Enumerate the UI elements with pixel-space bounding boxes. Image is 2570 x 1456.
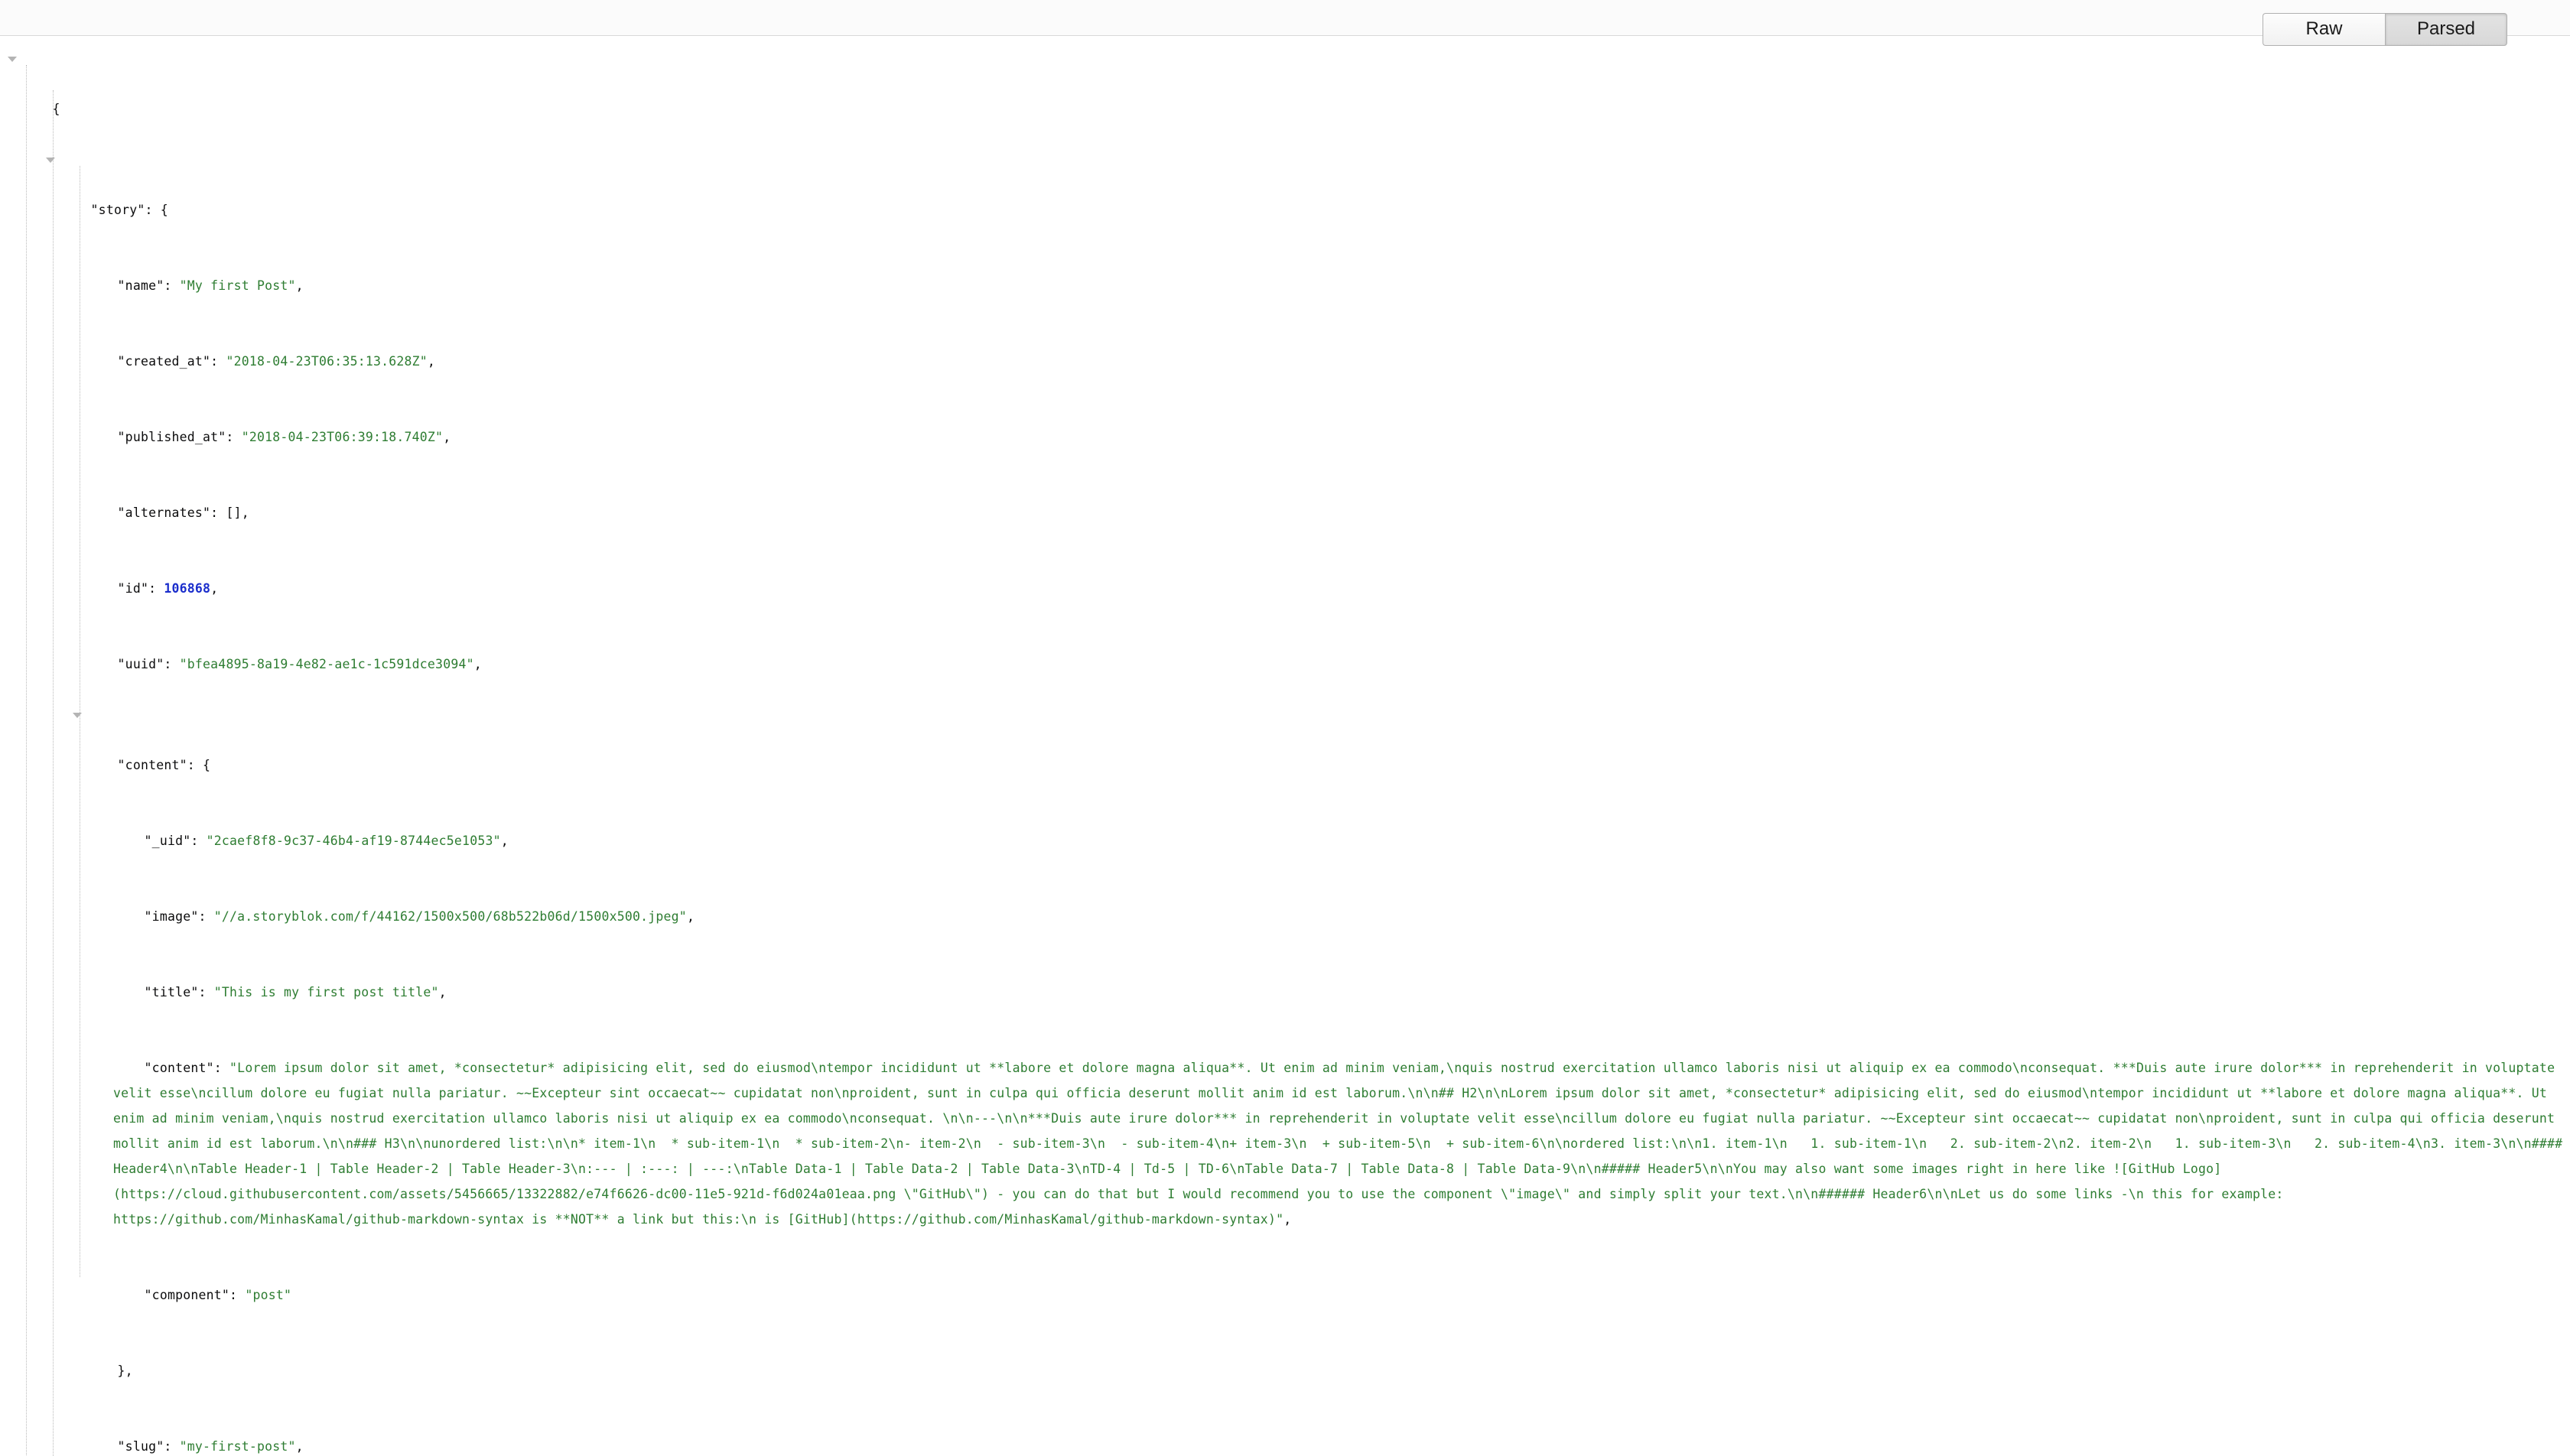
value-uuid: "bfea4895-8a19-4e82-ae1c-1c591dce3094"	[179, 657, 474, 671]
key-content: "content"	[117, 758, 187, 772]
colon: :	[210, 505, 226, 520]
json-row-id: "id": 106868,	[0, 551, 2570, 626]
json-row-component: "component": "post"	[0, 1257, 2570, 1333]
json-viewer-toolbar: Raw Parsed	[0, 0, 2570, 46]
value-id: 106868	[164, 581, 211, 596]
value-created-at: "2018-04-23T06:35:13.628Z"	[226, 354, 428, 369]
json-row-body: "content": "Lorem ipsum dolor sit amet, …	[0, 1030, 2570, 1257]
json-row-story: "story": {	[0, 147, 2570, 248]
json-row-root-open: {	[0, 46, 2570, 147]
colon: :	[229, 1288, 246, 1302]
collapse-triangle-icon[interactable]	[73, 713, 82, 718]
key-component: "component"	[144, 1288, 230, 1302]
comma: ,	[1283, 1212, 1292, 1227]
json-row-image: "image": "//a.storyblok.com/f/44162/1500…	[0, 879, 2570, 954]
key-name: "name"	[117, 278, 164, 293]
colon: :	[164, 1439, 180, 1454]
json-row-uuid: "uuid": "bfea4895-8a19-4e82-ae1c-1c591dc…	[0, 626, 2570, 702]
colon: :	[226, 430, 242, 444]
json-row-slug: "slug": "my-first-post",	[0, 1409, 2570, 1456]
key-uuid: "uuid"	[117, 657, 164, 671]
root-open-brace: {	[52, 102, 60, 116]
colon: :	[187, 758, 203, 772]
key-slug: "slug"	[117, 1439, 164, 1454]
key-alternates: "alternates"	[117, 505, 211, 520]
comma: ,	[241, 505, 249, 520]
comma: ,	[438, 985, 447, 999]
key-title: "title"	[144, 985, 199, 999]
colon: :	[210, 354, 226, 369]
comma: ,	[427, 354, 436, 369]
json-row-content-object: "content": {	[0, 702, 2570, 803]
comma: ,	[686, 909, 695, 924]
json-row-alternates: "alternates": [],	[0, 475, 2570, 551]
colon: :	[148, 581, 164, 596]
key-image: "image"	[144, 909, 199, 924]
json-row-uid: "_uid": "2caef8f8-9c37-46b4-af19-8744ec5…	[0, 803, 2570, 879]
value-published-at: "2018-04-23T06:39:18.740Z"	[241, 430, 444, 444]
key-story: "story"	[90, 203, 145, 217]
key-created-at: "created_at"	[117, 354, 211, 369]
value-uid: "2caef8f8-9c37-46b4-af19-8744ec5e1053"	[206, 834, 501, 848]
value-name: "My first Post"	[179, 278, 296, 293]
value-title: "This is my first post title"	[213, 985, 439, 999]
key-id: "id"	[117, 581, 149, 596]
value-alternates: []	[226, 505, 242, 520]
colon: :	[145, 203, 161, 217]
comma: ,	[473, 657, 482, 671]
content-close-brace: },	[117, 1363, 133, 1378]
value-component: "post"	[245, 1288, 292, 1302]
value-image: "//a.storyblok.com/f/44162/1500x500/68b5…	[213, 909, 687, 924]
colon: :	[213, 1061, 230, 1075]
colon: :	[164, 278, 180, 293]
json-row-name: "name": "My first Post",	[0, 248, 2570, 323]
colon: :	[198, 909, 214, 924]
comma: ,	[500, 834, 509, 848]
colon: :	[198, 985, 214, 999]
story-open-brace: {	[160, 203, 168, 217]
key-body: "content"	[144, 1061, 214, 1075]
value-slug: "my-first-post"	[179, 1439, 296, 1454]
value-body: "Lorem ipsum dolor sit amet, *consectetu…	[113, 1061, 2570, 1227]
json-row-title: "title": "This is my first post title",	[0, 954, 2570, 1030]
json-tree-panel: { "story": { "name": "My first Post", "c…	[0, 36, 2570, 1456]
comma: ,	[295, 278, 304, 293]
comma: ,	[295, 1439, 304, 1454]
collapse-triangle-icon[interactable]	[8, 57, 17, 62]
json-row-content-close: },	[0, 1333, 2570, 1409]
colon: :	[164, 657, 180, 671]
comma: ,	[210, 581, 219, 596]
json-row-created-at: "created_at": "2018-04-23T06:35:13.628Z"…	[0, 323, 2570, 399]
content-open-brace: {	[203, 758, 211, 772]
key-published-at: "published_at"	[117, 430, 226, 444]
comma: ,	[443, 430, 451, 444]
json-row-published-at: "published_at": "2018-04-23T06:39:18.740…	[0, 399, 2570, 475]
key-uid: "_uid"	[144, 834, 191, 848]
colon: :	[190, 834, 207, 848]
collapse-triangle-icon[interactable]	[46, 158, 55, 163]
